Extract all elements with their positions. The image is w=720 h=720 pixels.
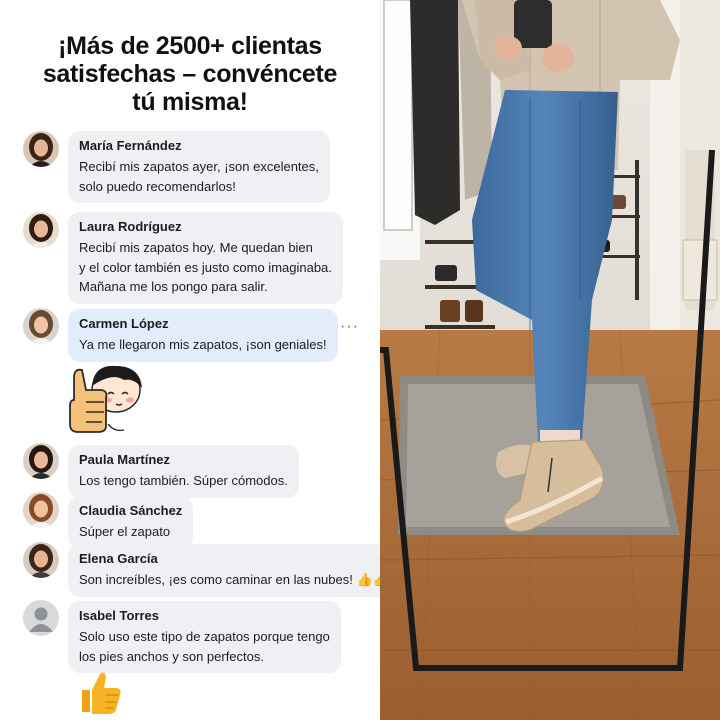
review-text-line: Recibí mis zapatos hoy. Me quedan bien: [79, 240, 313, 255]
review-bubble-elena: Elena García Son increíbles, ¡es como ca…: [68, 544, 417, 597]
product-photo: [380, 0, 720, 720]
review-text-line: Súper el zapato: [79, 524, 171, 539]
reviewer-name[interactable]: Carmen López: [79, 315, 327, 333]
review-text-line: Los tengo también. Súper cómodos.: [79, 473, 288, 488]
review-text-line: Mañana me los pongo para salir.: [79, 279, 268, 294]
reviewer-name[interactable]: Claudia Sánchez: [79, 502, 182, 520]
thumbs-up-emoji: [74, 668, 124, 718]
avatar-laura[interactable]: [23, 212, 59, 248]
thumbs-up-sticker: [64, 360, 146, 436]
review-bubble-maria: María Fernández Recibí mis zapatos ayer,…: [68, 131, 330, 203]
avatar-elena[interactable]: [23, 542, 59, 578]
reviewer-name[interactable]: Laura Rodríguez: [79, 218, 332, 236]
review-bubble-paula: Paula Martínez Los tengo también. Súper …: [68, 445, 299, 498]
review-text-line: y el color también es justo como imagina…: [79, 259, 332, 275]
page-headline: ¡Más de 2500+ clientas satisfechas – con…: [0, 32, 380, 116]
review-bubble-claudia: Claudia Sánchez Súper el zapato: [68, 496, 194, 549]
review-bubble-isabel: Isabel Torres Solo uso este tipo de zapa…: [68, 601, 341, 673]
reviews-panel: ¡Más de 2500+ clientas satisfechas – con…: [0, 0, 417, 720]
review-text-line: los pies anchos y son perfectos.: [79, 648, 264, 664]
avatar-claudia[interactable]: [23, 492, 59, 528]
reviewer-name[interactable]: Elena García: [79, 550, 405, 568]
avatar-carmen[interactable]: [23, 308, 59, 344]
headline-line-3: tú misma!: [132, 88, 248, 116]
review-bubble-laura: Laura Rodríguez Recibí mis zapatos hoy. …: [68, 212, 343, 304]
headline-line-2: satisfechas – convéncete: [42, 60, 338, 88]
reviewer-name[interactable]: Paula Martínez: [79, 451, 288, 469]
reviewer-name[interactable]: Isabel Torres: [79, 607, 330, 625]
review-text-line: Solo uso este tipo de zapatos porque ten…: [79, 629, 330, 644]
headline-line-1: ¡Más de 2500+ clientas: [58, 32, 322, 60]
more-options-icon[interactable]: ···: [340, 318, 359, 336]
avatar-maria[interactable]: [23, 131, 59, 167]
review-bubble-carmen: Carmen López Ya me llegaron mis zapatos,…: [68, 309, 338, 362]
review-text-line: Ya me llegaron mis zapatos, ¡son geniale…: [79, 337, 327, 352]
reviewer-name[interactable]: María Fernández: [79, 137, 319, 155]
review-text-line: solo puedo recomendarlos!: [79, 178, 236, 194]
review-text-line: Recibí mis zapatos ayer, ¡son excelentes…: [79, 159, 319, 174]
default-avatar-icon[interactable]: [23, 600, 59, 636]
avatar-paula[interactable]: [23, 443, 59, 479]
review-text-line: Son increíbles, ¡es como caminar en las …: [79, 572, 406, 587]
